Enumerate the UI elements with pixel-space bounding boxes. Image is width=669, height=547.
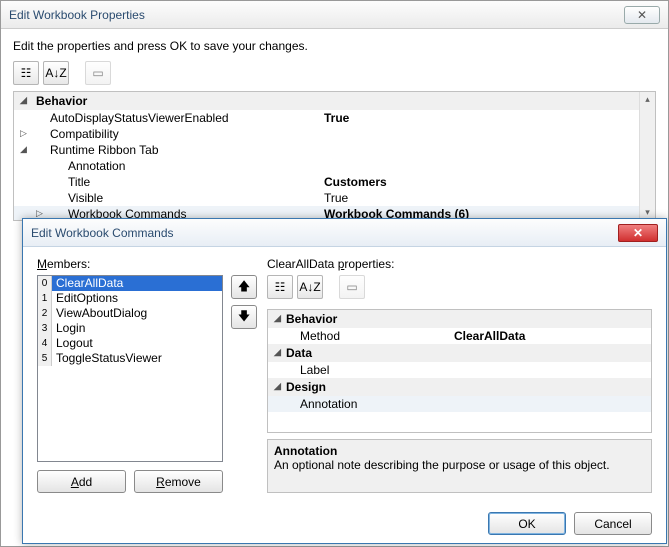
collapse-icon[interactable]: ◢ (274, 347, 284, 357)
remove-button[interactable]: Remove (134, 470, 223, 493)
members-label: Members: (37, 257, 223, 271)
cancel-button[interactable]: Cancel (574, 512, 652, 535)
close-button[interactable]: ✕ (618, 224, 658, 242)
dialog-title: Edit Workbook Properties (9, 8, 145, 22)
alphabetical-button[interactable]: A↓Z (297, 275, 323, 299)
members-listbox[interactable]: 0ClearAllData 1EditOptions 2ViewAboutDia… (37, 275, 223, 462)
move-down-button[interactable]: 🡇 (231, 305, 257, 329)
category-design[interactable]: ◢Design (268, 378, 651, 396)
help-description: An optional note describing the purpose … (274, 458, 645, 472)
list-item[interactable]: 5ToggleStatusViewer (38, 351, 222, 366)
alphabetical-button[interactable]: A↓Z (43, 61, 69, 85)
sort-icon: A↓Z (299, 280, 320, 294)
collapse-icon[interactable]: ◢ (274, 313, 284, 323)
arrow-up-icon: 🡅 (238, 277, 250, 298)
arrow-down-icon: 🡇 (238, 307, 250, 328)
instruction-text: Edit the properties and press OK to save… (13, 39, 656, 53)
add-button[interactable]: Add (37, 470, 126, 493)
prop-row[interactable]: ▷Compatibility (14, 126, 655, 142)
move-up-button[interactable]: 🡅 (231, 275, 257, 299)
property-grid[interactable]: ◢Behavior MethodClearAllData ◢Data Label… (267, 309, 652, 433)
close-button[interactable]: ✕ (624, 6, 660, 24)
property-toolbar: ☷ A↓Z ▭ (267, 275, 652, 299)
close-icon: ✕ (637, 8, 647, 22)
property-pages-button: ▭ (339, 275, 365, 299)
prop-row[interactable]: Label (268, 362, 651, 378)
dialog-titlebar: Edit Workbook Commands ✕ (23, 219, 666, 247)
help-pane: Annotation An optional note describing t… (267, 439, 652, 493)
category-behavior[interactable]: ◢Behavior (268, 310, 651, 328)
property-toolbar: ☷ A↓Z ▭ (13, 61, 656, 85)
dialog-title: Edit Workbook Commands (31, 226, 174, 240)
property-grid[interactable]: ◢Behavior AutoDisplayStatusViewerEnabled… (13, 91, 656, 221)
prop-row[interactable]: Annotation (14, 158, 655, 174)
list-item[interactable]: 3Login (38, 321, 222, 336)
ok-button[interactable]: OK (488, 512, 566, 535)
categorized-button[interactable]: ☷ (267, 275, 293, 299)
list-item[interactable]: 2ViewAboutDialog (38, 306, 222, 321)
property-pages-button: ▭ (85, 61, 111, 85)
collapse-icon[interactable]: ◢ (20, 95, 30, 105)
category-behavior[interactable]: ◢Behavior (14, 92, 655, 110)
help-title: Annotation (274, 444, 645, 458)
expand-icon[interactable]: ▷ (20, 128, 30, 139)
sort-icon: A↓Z (45, 66, 66, 80)
category-icon: ☷ (275, 280, 286, 294)
close-icon: ✕ (633, 226, 643, 240)
category-data[interactable]: ◢Data (268, 344, 651, 362)
prop-row[interactable]: VisibleTrue (14, 190, 655, 206)
vertical-scrollbar[interactable] (639, 92, 655, 220)
prop-row[interactable]: TitleCustomers (14, 174, 655, 190)
prop-row[interactable]: ◢Runtime Ribbon Tab (14, 142, 655, 158)
collapse-icon[interactable]: ◢ (274, 381, 284, 391)
collapse-icon[interactable]: ◢ (20, 144, 30, 155)
prop-row[interactable]: Annotation (268, 396, 651, 412)
categorized-button[interactable]: ☷ (13, 61, 39, 85)
properties-label: ClearAllData properties: (267, 257, 652, 271)
list-item[interactable]: 1EditOptions (38, 291, 222, 306)
edit-workbook-commands-dialog: Edit Workbook Commands ✕ Members: 0Clear… (22, 218, 667, 544)
dialog-titlebar: Edit Workbook Properties ✕ (1, 1, 668, 29)
prop-row[interactable]: AutoDisplayStatusViewerEnabledTrue (14, 110, 655, 126)
category-icon: ☷ (21, 66, 32, 80)
list-item[interactable]: 4Logout (38, 336, 222, 351)
page-icon: ▭ (346, 280, 357, 294)
prop-row[interactable]: MethodClearAllData (268, 328, 651, 344)
page-icon: ▭ (92, 66, 103, 80)
list-item[interactable]: 0ClearAllData (38, 276, 222, 291)
